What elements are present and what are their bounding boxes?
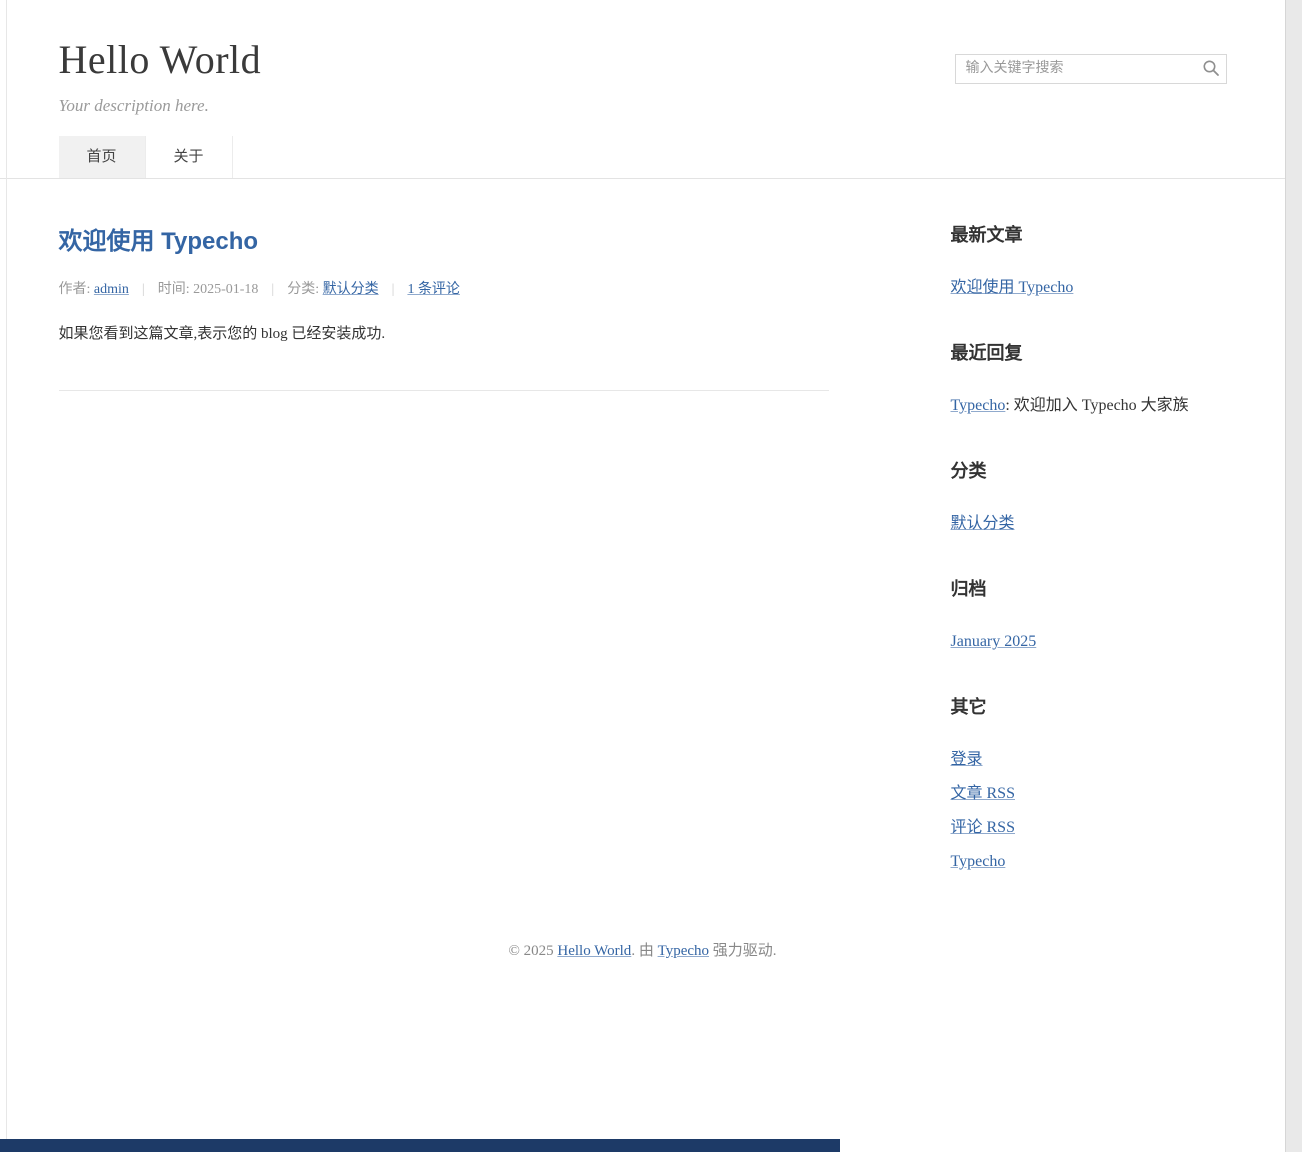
sidebar-section-title: 其它: [951, 693, 1227, 719]
list-item: 欢迎使用 Typecho: [951, 271, 1227, 305]
post-rss-link[interactable]: 文章 RSS: [951, 785, 1015, 802]
list-item: Typecho: [951, 845, 1227, 879]
bottom-bar: [0, 1139, 840, 1152]
recent-post-link[interactable]: 欢迎使用 Typecho: [951, 279, 1074, 296]
login-link[interactable]: 登录: [951, 751, 983, 768]
meta-category-label: 分类:: [287, 282, 322, 297]
recent-reply-author-link[interactable]: Typecho: [951, 397, 1006, 414]
category-link[interactable]: 默认分类: [323, 282, 379, 297]
post-divider: [59, 390, 829, 391]
list-item: 默认分类: [951, 507, 1227, 541]
comment-rss-link[interactable]: 评论 RSS: [951, 819, 1015, 836]
page: Hello World Your description here.: [0, 0, 1285, 994]
site-title[interactable]: Hello World: [59, 36, 262, 83]
meta-separator: |: [392, 282, 395, 297]
list-item: 文章 RSS: [951, 777, 1227, 811]
meta-separator: |: [271, 282, 274, 297]
page-left-rule: [6, 0, 7, 1152]
search-button[interactable]: [1200, 58, 1222, 80]
post-meta: 作者: admin | 时间: 2025-01-18 | 分类: 默认分类 | 1 条评论: [59, 278, 829, 298]
sidebar-section-archives: 归档 January 2025: [951, 575, 1227, 659]
search-box: [955, 54, 1227, 84]
scrollbar[interactable]: [1285, 0, 1302, 1152]
sidebar-section-title: 归档: [951, 575, 1227, 601]
footer-middle-text: . 由: [631, 943, 657, 959]
sidebar-section-title: 最新文章: [951, 221, 1227, 247]
list-item: 评论 RSS: [951, 811, 1227, 845]
footer-suffix-text: 强力驱动.: [709, 943, 777, 959]
post-title-link[interactable]: 欢迎使用 Typecho: [59, 221, 259, 256]
list-item: 登录: [951, 743, 1227, 777]
post: 欢迎使用 Typecho 作者: admin | 时间: 2025-01-18 | 分类…: [59, 221, 829, 348]
meta-date: 时间: 2025-01-18: [158, 282, 259, 297]
sidebar-section-categories: 分类 默认分类: [951, 457, 1227, 541]
search-input[interactable]: [955, 54, 1227, 84]
nav-tab-home[interactable]: 首页: [59, 136, 146, 178]
sidebar-section-recent-posts: 最新文章 欢迎使用 Typecho: [951, 221, 1227, 305]
site-footer: © 2025 Hello World. 由 Typecho 强力驱动.: [59, 927, 1227, 994]
recent-reply-excerpt: : 欢迎加入 Typecho 大家族: [1005, 397, 1188, 414]
sidebar: 最新文章 欢迎使用 Typecho 最近回复 Typecho: 欢迎加入 Typ…: [951, 221, 1227, 879]
footer-engine-link[interactable]: Typecho: [658, 943, 709, 959]
post-list: 欢迎使用 Typecho 作者: admin | 时间: 2025-01-18 | 分类…: [59, 221, 829, 391]
site-description: Your description here.: [59, 96, 262, 116]
footer-copyright: © 2025: [508, 943, 557, 959]
sidebar-section-misc: 其它 登录 文章 RSS 评论 RSS Typecho: [951, 693, 1227, 879]
typecho-link[interactable]: Typecho: [951, 853, 1006, 870]
main-nav: 首页 关于: [59, 136, 1227, 178]
post-body: 如果您看到这篇文章,表示您的 blog 已经安装成功.: [59, 322, 829, 348]
meta-author-label: 作者:: [59, 282, 94, 297]
meta-separator: |: [142, 282, 145, 297]
site-header: Hello World Your description here.: [0, 0, 1285, 179]
archive-link[interactable]: January 2025: [951, 633, 1037, 650]
comments-link[interactable]: 1 条评论: [407, 282, 460, 297]
sidebar-section-title: 分类: [951, 457, 1227, 483]
footer-site-link[interactable]: Hello World: [557, 943, 631, 959]
list-item: Typecho: 欢迎加入 Typecho 大家族: [951, 389, 1227, 423]
site-branding: Hello World Your description here.: [59, 36, 262, 116]
category-sidebar-link[interactable]: 默认分类: [951, 515, 1015, 532]
list-item: January 2025: [951, 625, 1227, 659]
sidebar-section-recent-replies: 最近回复 Typecho: 欢迎加入 Typecho 大家族: [951, 339, 1227, 423]
author-link[interactable]: admin: [94, 282, 129, 297]
nav-tab-about[interactable]: 关于: [146, 136, 233, 178]
search-icon: [1201, 66, 1221, 81]
sidebar-section-title: 最近回复: [951, 339, 1227, 365]
